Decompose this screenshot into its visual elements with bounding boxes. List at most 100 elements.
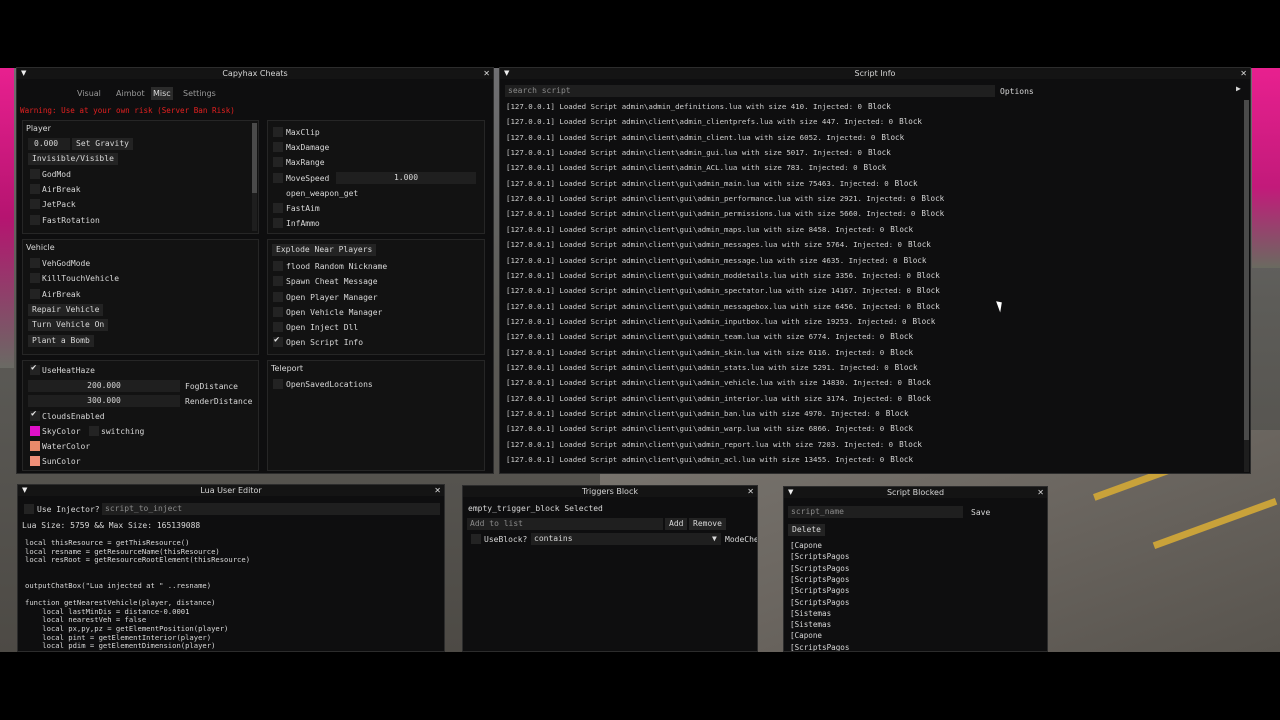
tab-settings[interactable]: Settings: [181, 87, 218, 100]
spawn-cheat-message-checkbox[interactable]: [273, 276, 283, 286]
maxclip-checkbox[interactable]: [273, 127, 283, 137]
block-button[interactable]: Block: [890, 332, 913, 341]
open-inject-dll-checkbox[interactable]: [273, 322, 283, 332]
close-icon[interactable]: ✕: [1240, 68, 1247, 79]
water-color-swatch[interactable]: [30, 441, 40, 451]
triggers-titlebar[interactable]: Triggers Block ✕: [463, 486, 757, 497]
mode-select[interactable]: contains: [531, 533, 721, 545]
tab-visual[interactable]: Visual: [75, 87, 103, 100]
collapse-icon[interactable]: ▼: [788, 487, 793, 498]
block-button[interactable]: Block: [904, 256, 927, 265]
list-item[interactable]: [Capone: [790, 541, 822, 550]
block-button[interactable]: Block: [895, 363, 918, 372]
close-icon[interactable]: ✕: [434, 485, 441, 496]
scrollbar-thumb[interactable]: [1244, 100, 1249, 440]
list-item[interactable]: [ScriptsPagos: [790, 643, 849, 651]
collapse-icon[interactable]: ▼: [504, 68, 509, 79]
dropdown-arrow-icon[interactable]: ▶: [1236, 84, 1241, 93]
movespeed-checkbox[interactable]: [273, 173, 283, 183]
switching-checkbox[interactable]: [89, 426, 99, 436]
killtouchvehicle-checkbox[interactable]: [30, 273, 40, 283]
block-button[interactable]: Block: [890, 455, 913, 464]
close-icon[interactable]: ✕: [1037, 487, 1044, 498]
capyhax-titlebar[interactable]: ▼ Capyhax Cheats ✕: [17, 68, 493, 79]
use-block-checkbox[interactable]: [471, 534, 481, 544]
log-scrollbar[interactable]: [1244, 100, 1249, 472]
block-button[interactable]: Block: [908, 240, 931, 249]
script-blocked-titlebar[interactable]: ▼ Script Blocked ✕: [784, 487, 1047, 498]
block-button[interactable]: Block: [881, 133, 904, 142]
render-distance-slider[interactable]: 300.000: [28, 395, 180, 407]
repair-vehicle-button[interactable]: Repair Vehicle: [28, 304, 104, 316]
clouds-checkbox[interactable]: [30, 409, 40, 421]
chevron-down-icon[interactable]: ▼: [712, 534, 717, 543]
options-dropdown[interactable]: Options: [1000, 87, 1034, 96]
block-button[interactable]: Block: [899, 440, 922, 449]
use-injector-checkbox[interactable]: [24, 504, 34, 514]
infammo-checkbox[interactable]: [273, 218, 283, 228]
airbreak-checkbox[interactable]: [30, 184, 40, 194]
movespeed-slider[interactable]: 1.000: [336, 172, 476, 184]
collapse-icon[interactable]: ▼: [22, 485, 27, 496]
list-item[interactable]: [ScriptsPagos: [790, 564, 849, 573]
flood-nickname-checkbox[interactable]: [273, 261, 283, 271]
fog-distance-slider[interactable]: 200.000: [28, 380, 180, 392]
maxdamage-checkbox[interactable]: [273, 142, 283, 152]
block-button[interactable]: Block: [908, 378, 931, 387]
list-item[interactable]: [ScriptsPagos: [790, 586, 849, 595]
block-button[interactable]: Block: [890, 424, 913, 433]
open-script-info-checkbox[interactable]: [273, 335, 283, 347]
block-button[interactable]: Block: [917, 302, 940, 311]
block-button[interactable]: Block: [886, 409, 909, 418]
explode-near-players-button[interactable]: Explode Near Players: [272, 244, 377, 256]
use-heat-haze-checkbox[interactable]: [30, 363, 40, 375]
set-gravity-button[interactable]: Set Gravity: [72, 138, 133, 150]
scrollbar-thumb[interactable]: [252, 123, 257, 193]
script-to-inject-input[interactable]: script_to_inject: [102, 503, 440, 515]
script-info-titlebar[interactable]: ▼ Script Info ✕: [500, 68, 1250, 79]
open-player-manager-checkbox[interactable]: [273, 292, 283, 302]
jetpack-checkbox[interactable]: [30, 199, 40, 209]
fastrotation-checkbox[interactable]: [30, 215, 40, 225]
gravity-input[interactable]: 0.000: [28, 138, 70, 150]
list-item[interactable]: [Sistemas: [790, 609, 831, 618]
block-button[interactable]: Block: [895, 179, 918, 188]
block-button[interactable]: Block: [912, 317, 935, 326]
add-button[interactable]: Add: [665, 518, 688, 530]
lua-editor-titlebar[interactable]: ▼ Lua User Editor ✕: [18, 485, 444, 496]
open-vehicle-manager-checkbox[interactable]: [273, 307, 283, 317]
close-icon[interactable]: ✕: [483, 68, 490, 79]
tab-misc[interactable]: Misc: [151, 87, 173, 100]
block-button[interactable]: Block: [908, 394, 931, 403]
delete-button[interactable]: Delete: [788, 524, 825, 536]
block-button[interactable]: Block: [868, 102, 891, 111]
close-icon[interactable]: ✕: [747, 486, 754, 497]
add-to-list-input[interactable]: Add to list: [467, 518, 663, 530]
list-item[interactable]: [Sistemas: [790, 620, 831, 629]
list-item[interactable]: [ScriptsPagos: [790, 575, 849, 584]
open-weapon-get-label[interactable]: open_weapon_get: [286, 189, 358, 198]
vehgodmode-checkbox[interactable]: [30, 258, 40, 268]
block-button[interactable]: Block: [890, 348, 913, 357]
veh-airbreak-checkbox[interactable]: [30, 289, 40, 299]
block-button[interactable]: Block: [917, 271, 940, 280]
block-button[interactable]: Block: [890, 225, 913, 234]
lua-code-editor[interactable]: local thisResource = getThisResource() l…: [25, 538, 250, 651]
block-button[interactable]: Block: [921, 209, 944, 218]
block-button[interactable]: Block: [868, 148, 891, 157]
tab-aimbot[interactable]: Aimbot: [114, 87, 147, 100]
block-button[interactable]: Block: [917, 286, 940, 295]
plant-bomb-button[interactable]: Plant a Bomb: [28, 335, 94, 347]
list-item[interactable]: [ScriptsPagos: [790, 598, 849, 607]
sky-color-swatch[interactable]: [30, 426, 40, 436]
list-item[interactable]: [Capone: [790, 631, 822, 640]
script-name-input[interactable]: script_name: [788, 506, 963, 518]
invisible-visible-button[interactable]: Invisible/Visible: [28, 153, 118, 165]
block-button[interactable]: Block: [864, 163, 887, 172]
search-script-input[interactable]: search script: [505, 85, 995, 97]
sun-color-swatch[interactable]: [30, 456, 40, 466]
player-scrollbar[interactable]: [252, 123, 257, 231]
maxrange-checkbox[interactable]: [273, 157, 283, 167]
remove-button[interactable]: Remove: [689, 518, 726, 530]
block-button[interactable]: Block: [899, 117, 922, 126]
